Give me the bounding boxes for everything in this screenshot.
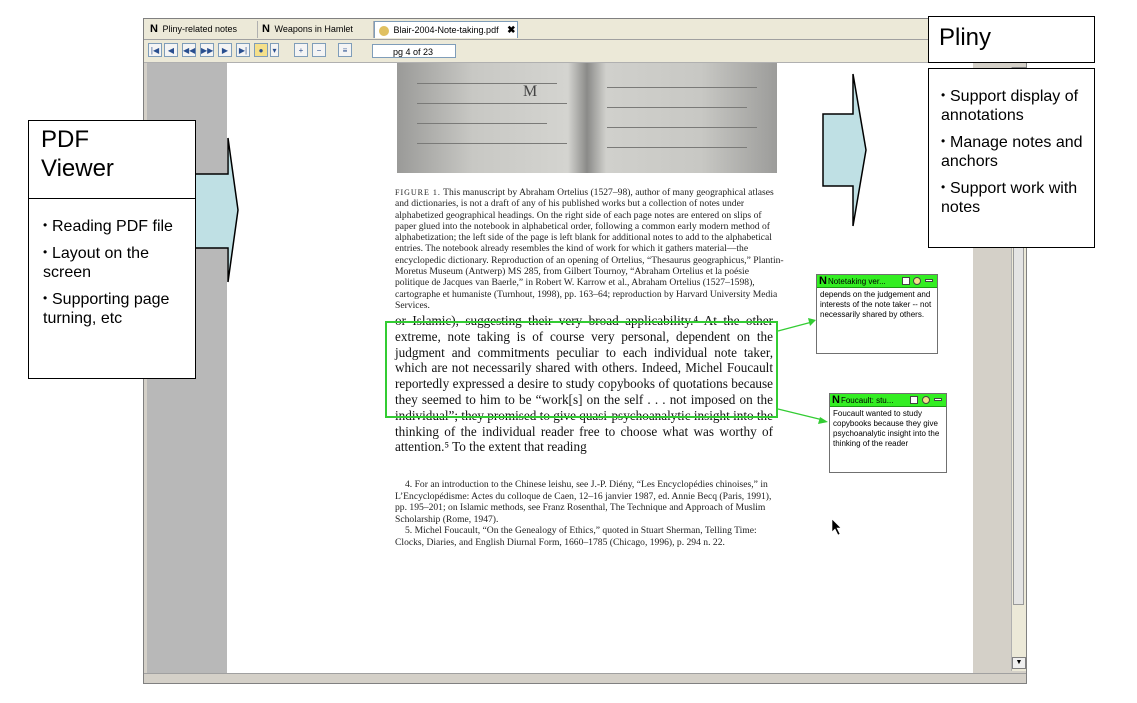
anchor-link-line-1 (777, 318, 816, 332)
callout-title: PDF Viewer (41, 126, 114, 182)
callout-item: • Support display of annotations (941, 88, 1079, 124)
pliny-callout-list: • Support display of annotations • Manage … (928, 68, 1095, 248)
callout-item: • Support work with notes (941, 180, 1078, 216)
callout-item: • Reading PDF file (43, 218, 173, 235)
pdf-viewer-callout-title: PDF Viewer (28, 120, 196, 200)
callout-title: Pliny (939, 24, 992, 51)
callout-item: • Layout on the screen (43, 245, 149, 281)
anchor-link-line-2 (777, 408, 828, 424)
pliny-callout-title: Pliny (928, 16, 1095, 63)
callout-item: • Manage notes and anchors (941, 134, 1083, 170)
pdf-viewer-callout-list: • Reading PDF file • Layout on the screen … (28, 198, 196, 379)
pdf-viewer-arrow (193, 137, 239, 283)
pliny-arrow (822, 73, 867, 227)
callout-item: • Supporting page turning, etc (43, 291, 170, 327)
mouse-cursor-icon (831, 518, 842, 536)
